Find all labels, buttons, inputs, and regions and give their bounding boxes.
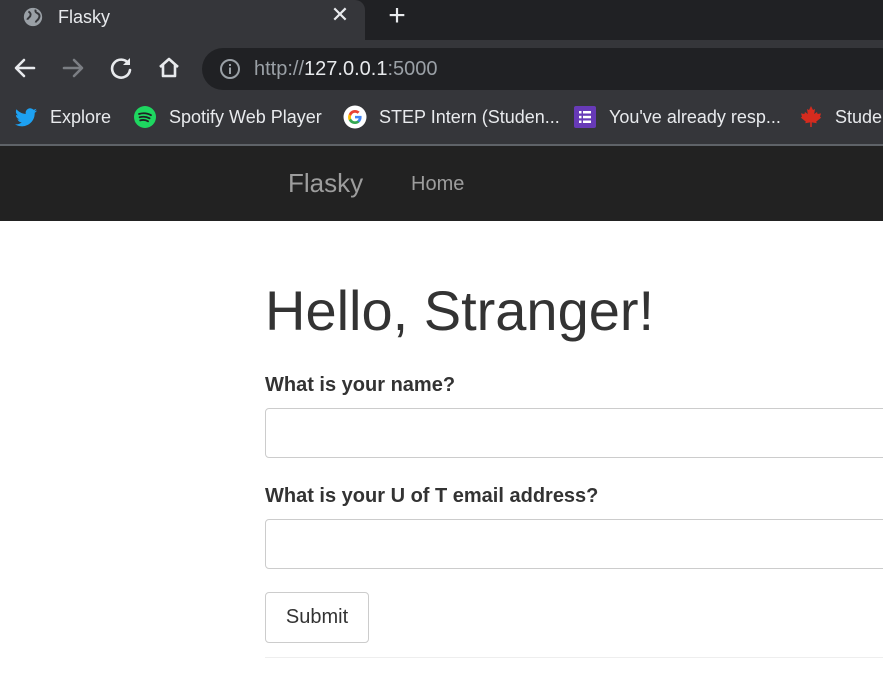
bookmark-spotify[interactable]: Spotify Web Player (133, 104, 322, 130)
bookmark-label: Explore (50, 106, 112, 127)
divider (265, 657, 883, 658)
url-host: 127.0.0.1 (304, 58, 388, 80)
google-icon (343, 105, 367, 129)
google-forms-icon (574, 106, 596, 128)
browser-toolbar: http://127.0.0.1:5000 (0, 40, 883, 96)
url-port: :5000 (387, 58, 438, 80)
bookmark-step-intern[interactable]: STEP Intern (Studen... (343, 104, 560, 130)
address-bar[interactable]: http://127.0.0.1:5000 (202, 48, 883, 90)
bookmarks-bar: Explore Spotify Web Player STEP Intern (… (0, 96, 883, 146)
close-tab-icon[interactable]: ✕ (328, 3, 352, 27)
new-tab-button[interactable]: + (383, 0, 411, 32)
forward-arrow-icon[interactable] (59, 54, 87, 82)
tab-title: Flasky (58, 7, 111, 27)
reload-icon[interactable] (107, 54, 135, 82)
name-input[interactable] (265, 408, 883, 458)
home-icon[interactable] (155, 54, 183, 82)
bookmark-studer[interactable]: Studer (799, 104, 883, 130)
submit-button[interactable]: Submit (265, 592, 369, 643)
name-label: What is your name? (265, 374, 456, 396)
maple-leaf-icon (800, 106, 822, 127)
spotify-icon (134, 106, 156, 128)
nav-link-home[interactable]: Home (411, 173, 464, 196)
email-label: What is your U of T email address? (265, 485, 599, 507)
twitter-icon (15, 108, 37, 127)
bookmark-label: STEP Intern (Studen... (379, 106, 560, 127)
globe-icon (23, 7, 43, 27)
email-input[interactable] (265, 519, 883, 569)
site-navbar: Flasky Home (0, 146, 883, 221)
browser-tab[interactable]: Flasky ✕ (0, 0, 365, 40)
bookmark-google-form[interactable]: You've already resp... (573, 104, 781, 130)
navbar-brand[interactable]: Flasky (288, 168, 363, 199)
info-icon[interactable] (219, 58, 241, 80)
url-scheme: http:// (254, 58, 305, 80)
page-title: Hello, Stranger! (265, 279, 655, 342)
bookmark-label: Studer (835, 106, 883, 127)
bookmark-label: Spotify Web Player (169, 106, 322, 127)
bookmark-explore[interactable]: Explore (14, 104, 111, 130)
tab-strip: Flasky ✕ + (0, 0, 883, 40)
bookmark-label: You've already resp... (609, 106, 781, 127)
url-text[interactable]: http://127.0.0.1:5000 (254, 58, 438, 81)
back-arrow-icon[interactable] (11, 54, 39, 82)
